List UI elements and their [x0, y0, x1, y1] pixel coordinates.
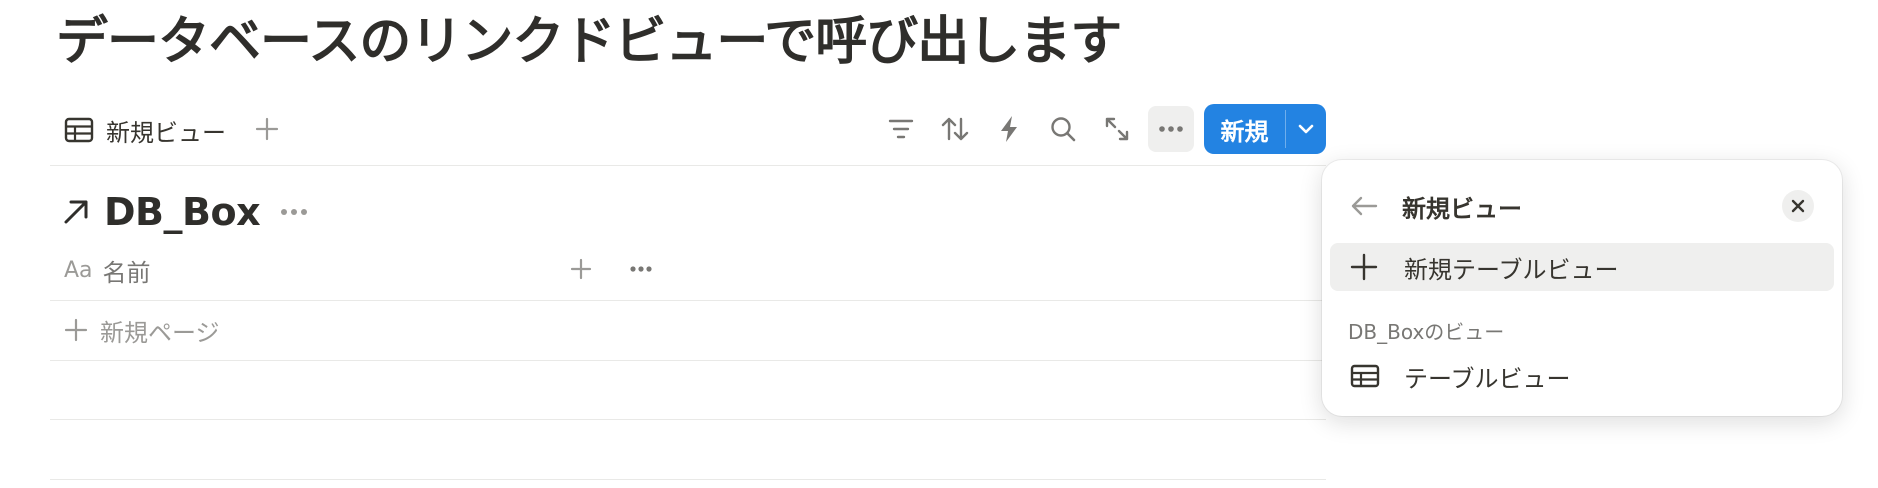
plus-icon [1350, 253, 1390, 281]
new-page-button[interactable]: 新規ページ [64, 312, 220, 348]
more-options-button[interactable] [1148, 106, 1194, 152]
plus-icon [255, 117, 279, 141]
lightning-icon [998, 115, 1020, 143]
back-arrow-icon[interactable] [1350, 195, 1378, 217]
view-item-label: テーブルビュー [1404, 364, 1571, 393]
page-title: データベースのリンクドビューで呼び出します [56, 12, 1122, 72]
column-header-name[interactable]: Aa 名前 [64, 252, 151, 288]
new-button-group: 新規 [1204, 104, 1326, 154]
more-icon [629, 265, 653, 273]
add-property-button[interactable] [560, 248, 602, 290]
filter-button[interactable] [878, 106, 924, 152]
view-menu-header: 新規ビュー [1350, 184, 1814, 228]
add-view-button[interactable] [244, 106, 290, 152]
close-icon [1790, 198, 1806, 214]
view-menu-title: 新規ビュー [1402, 194, 1522, 223]
database-heading: DB_Box [62, 188, 308, 236]
column-name: 名前 [102, 258, 151, 287]
database-more-icon[interactable] [280, 208, 308, 216]
search-button[interactable] [1040, 106, 1086, 152]
header-row-divider [50, 300, 1326, 301]
search-icon [1049, 115, 1077, 143]
view-item-table[interactable]: テーブルビュー [1330, 352, 1834, 400]
view-menu-popup: 新規ビュー 新規テーブルビュー DB_Boxのビュー テーブルビュー [1322, 160, 1842, 416]
plus-icon [64, 318, 88, 342]
new-page-label: 新規ページ [100, 318, 220, 347]
table-icon [1350, 364, 1390, 388]
view-tab-active[interactable]: 新規ビュー [64, 110, 226, 150]
new-table-view-label: 新規テーブルビュー [1404, 255, 1619, 284]
text-property-icon: Aa [64, 257, 93, 283]
row-divider [50, 419, 1326, 420]
view-tab-label: 新規ビュー [106, 118, 226, 147]
new-button-dropdown[interactable] [1286, 104, 1326, 154]
database-name[interactable]: DB_Box [104, 190, 261, 234]
column-more-button[interactable] [620, 248, 662, 290]
filter-icon [887, 118, 915, 140]
expand-icon [1104, 116, 1130, 142]
arrow-up-right-icon [62, 198, 90, 226]
sort-icon [940, 116, 970, 142]
new-button[interactable]: 新規 [1204, 104, 1285, 154]
automation-button[interactable] [986, 106, 1032, 152]
expand-button[interactable] [1094, 106, 1140, 152]
row-divider [50, 479, 1326, 480]
more-icon [1158, 125, 1184, 133]
table-icon [64, 117, 94, 143]
toolbar-divider [50, 165, 1326, 166]
close-button[interactable] [1782, 190, 1814, 222]
row-divider [50, 360, 1326, 361]
plus-icon [570, 258, 592, 280]
section-heading: DB_Boxのビュー [1348, 320, 1505, 344]
sort-button[interactable] [932, 106, 978, 152]
chevron-down-icon [1297, 123, 1315, 135]
new-table-view-item[interactable]: 新規テーブルビュー [1330, 243, 1834, 291]
